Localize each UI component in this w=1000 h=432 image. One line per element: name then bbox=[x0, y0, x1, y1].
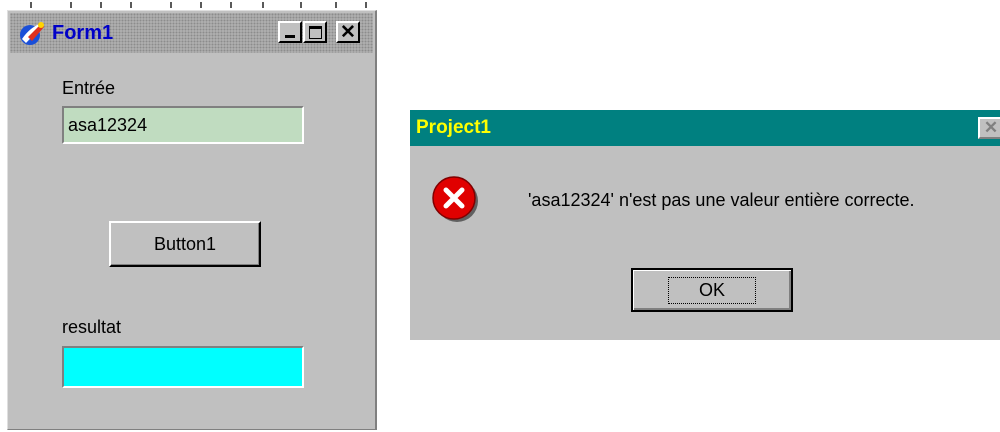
dialog-message: 'asa12324' n'est pas une valeur entière … bbox=[528, 190, 915, 210]
close-icon[interactable]: ✕ bbox=[336, 21, 360, 43]
dialog-titlebar[interactable]: Project1 ✕ bbox=[410, 110, 1000, 146]
result-field[interactable] bbox=[62, 346, 304, 388]
ruler-strip bbox=[0, 0, 378, 10]
button1[interactable]: Button1 bbox=[109, 221, 261, 267]
form1-title: Form1 bbox=[52, 22, 114, 44]
app-icon[interactable] bbox=[18, 19, 46, 47]
result-label: resultat bbox=[62, 317, 122, 337]
button1-label: Button1 bbox=[153, 233, 217, 254]
maximize-icon[interactable] bbox=[303, 21, 327, 43]
error-icon bbox=[432, 176, 478, 222]
entree-input[interactable] bbox=[62, 106, 304, 144]
ok-button[interactable]: OK bbox=[631, 268, 793, 312]
close-icon[interactable]: ✕ bbox=[978, 117, 1000, 139]
minimize-icon[interactable] bbox=[278, 21, 302, 43]
form1-titlebar[interactable]: Form1 ✕ bbox=[10, 13, 373, 53]
input-label: Entrée bbox=[62, 78, 116, 98]
dialog-title: Project1 bbox=[416, 117, 491, 138]
project1-dialog: Project1 ✕ 'asa12324' n'est pas une vale… bbox=[410, 110, 1000, 340]
form1-window: Form1 ✕ Entrée Button1 resultat bbox=[7, 10, 377, 430]
ok-button-label: OK bbox=[667, 276, 756, 304]
